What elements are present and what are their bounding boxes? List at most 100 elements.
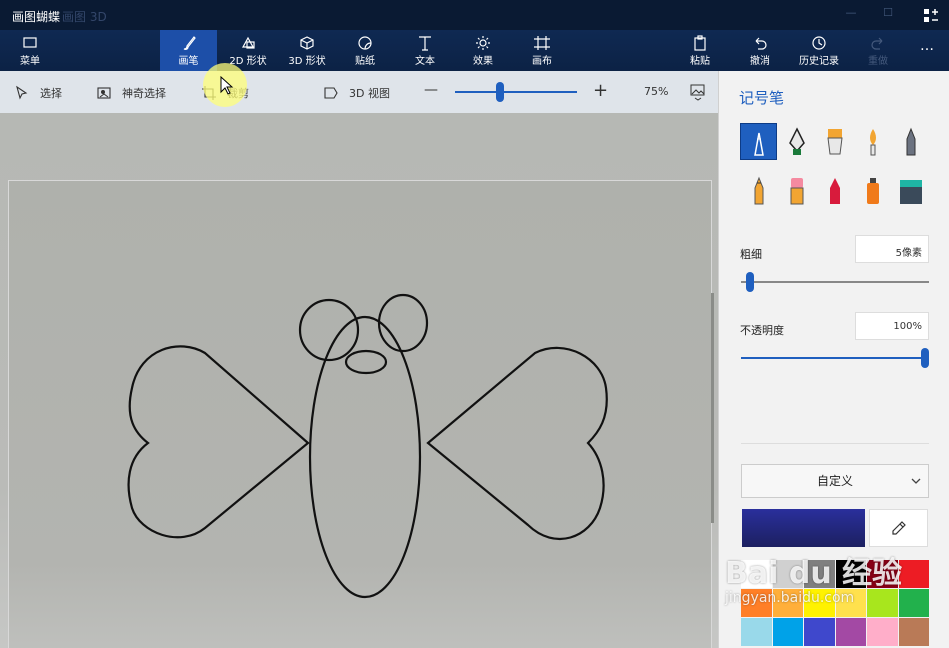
- oil-brush[interactable]: [817, 124, 852, 159]
- zoom-in-button[interactable]: +: [593, 80, 608, 101]
- zoom-out-button[interactable]: —: [424, 82, 438, 98]
- tab-label: 效果: [473, 56, 493, 67]
- redo-icon: [871, 37, 883, 50]
- folder-icon: [23, 37, 37, 48]
- view-3d-button[interactable]: 3D 视图: [323, 84, 390, 102]
- palette-swatch[interactable]: [867, 618, 898, 646]
- thickness-value[interactable]: 5像素: [855, 235, 929, 263]
- minimize-button[interactable]: —: [843, 6, 859, 22]
- eyedropper-button[interactable]: [869, 509, 928, 547]
- right-antenna-ball: [377, 293, 429, 353]
- magic-select-label: 神奇选择: [122, 87, 166, 100]
- tab-3d-shapes[interactable]: 3D 形状: [280, 30, 334, 71]
- opacity-slider[interactable]: [741, 348, 929, 368]
- palette-swatch[interactable]: [898, 618, 929, 646]
- menu-label: 菜单: [20, 56, 40, 67]
- redo-label: 重做: [868, 56, 888, 67]
- oil-brush-icon: [826, 128, 843, 154]
- panel-title: 记号笔: [739, 89, 785, 107]
- calligraphy-pen-icon: [788, 126, 805, 155]
- watercolor-icon: [869, 128, 876, 155]
- thickness-label: 粗细: [740, 248, 762, 261]
- shapes-2d-icon: [241, 36, 255, 49]
- tab-canvas[interactable]: 画布: [517, 30, 567, 71]
- opacity-value[interactable]: 100%: [855, 312, 929, 340]
- eyedropper-icon: [891, 521, 906, 535]
- main-toolbar: 菜单 画笔 2D 形状 3D 形状 贴纸 文本 效果 画布 粘贴 撤消 历史记录: [0, 30, 949, 71]
- marker-brush[interactable]: [740, 123, 777, 160]
- tab-label: 文本: [415, 56, 435, 67]
- tab-effects[interactable]: 效果: [458, 30, 508, 71]
- tab-brushes[interactable]: 画笔: [160, 30, 217, 71]
- image-icon[interactable]: [690, 83, 706, 101]
- expand-icon[interactable]: [923, 8, 939, 24]
- magic-select-button[interactable]: 神奇选择: [96, 84, 166, 102]
- eraser-icon: [790, 177, 803, 204]
- zoom-value: 75%: [644, 85, 669, 98]
- magic-select-icon: [97, 87, 111, 99]
- palette-swatch[interactable]: [898, 589, 929, 617]
- thickness-slider-thumb[interactable]: [746, 272, 755, 292]
- history-button[interactable]: 历史记录: [793, 30, 845, 71]
- view-3d-label: 3D 视图: [349, 87, 390, 100]
- canvas-toolbar: 选择 神奇选择 裁剪 3D 视图 — + 75%: [0, 71, 718, 113]
- mouse-pointer-icon: [220, 76, 234, 95]
- watermark: Bai du 经验 jingyan.baidu.com: [725, 548, 902, 606]
- butterfly-drawing: [127, 293, 608, 599]
- select-button[interactable]: 选择: [14, 84, 62, 102]
- butterfly-nose: [344, 349, 388, 375]
- fill-bucket-icon: [899, 179, 922, 204]
- opacity-label: 不透明度: [740, 324, 784, 337]
- maximize-button[interactable]: ☐: [880, 6, 896, 22]
- spray-can-brush[interactable]: [855, 173, 890, 208]
- redo-button[interactable]: 重做: [858, 30, 898, 71]
- watermark-brand: Bai du 经验: [725, 556, 903, 591]
- opacity-slider-thumb[interactable]: [921, 348, 929, 368]
- undo-icon: [755, 37, 767, 50]
- palette-swatch[interactable]: [772, 618, 803, 646]
- palette-swatch[interactable]: [898, 560, 929, 588]
- watercolor-brush[interactable]: [855, 124, 890, 159]
- crayon-brush[interactable]: [817, 173, 852, 208]
- select-label: 选择: [40, 87, 62, 100]
- undo-button[interactable]: 撤消: [740, 30, 780, 71]
- paste-label: 粘贴: [690, 56, 710, 67]
- canvas-icon: [534, 36, 550, 50]
- crayon-icon: [829, 177, 840, 204]
- more-button[interactable]: …: [912, 30, 942, 71]
- sticker-icon: [358, 36, 372, 50]
- history-icon: [812, 36, 826, 50]
- eraser-brush[interactable]: [779, 173, 814, 208]
- tab-label: 画笔: [178, 56, 199, 67]
- undo-label: 撤消: [750, 56, 770, 67]
- thickness-slider[interactable]: [741, 272, 929, 292]
- tab-label: 3D 形状: [288, 56, 326, 67]
- color-mode-dropdown[interactable]: 自定义: [741, 464, 929, 498]
- zoom-slider[interactable]: [455, 82, 577, 102]
- fill-bucket-brush[interactable]: [893, 173, 928, 208]
- calligraphy-pen-brush[interactable]: [779, 124, 814, 159]
- tab-stickers[interactable]: 贴纸: [340, 30, 390, 71]
- current-color-swatch[interactable]: [742, 509, 865, 547]
- view-3d-icon: [324, 87, 338, 99]
- tab-text[interactable]: 文本: [400, 30, 450, 71]
- spray-can-icon: [866, 177, 879, 204]
- watermark-url: jingyan.baidu.com: [725, 590, 855, 606]
- brush-icon: [183, 36, 196, 50]
- more-label: …: [920, 38, 934, 54]
- palette-swatch[interactable]: [741, 618, 772, 646]
- paste-button[interactable]: 粘贴: [680, 30, 720, 71]
- zoom-slider-thumb[interactable]: [496, 82, 505, 102]
- menu-button[interactable]: 菜单: [10, 30, 50, 71]
- history-label: 历史记录: [799, 56, 839, 67]
- palette-swatch[interactable]: [804, 618, 835, 646]
- paste-icon: [694, 35, 706, 51]
- pixel-pen-icon: [906, 127, 915, 155]
- pixel-pen-brush[interactable]: [893, 124, 928, 159]
- palette-swatch[interactable]: [835, 618, 866, 646]
- vertical-scrollbar[interactable]: [711, 293, 714, 523]
- pencil-brush[interactable]: [741, 173, 776, 208]
- divider: [741, 443, 929, 444]
- text-icon: [419, 36, 431, 51]
- canvas-workspace: [0, 113, 718, 648]
